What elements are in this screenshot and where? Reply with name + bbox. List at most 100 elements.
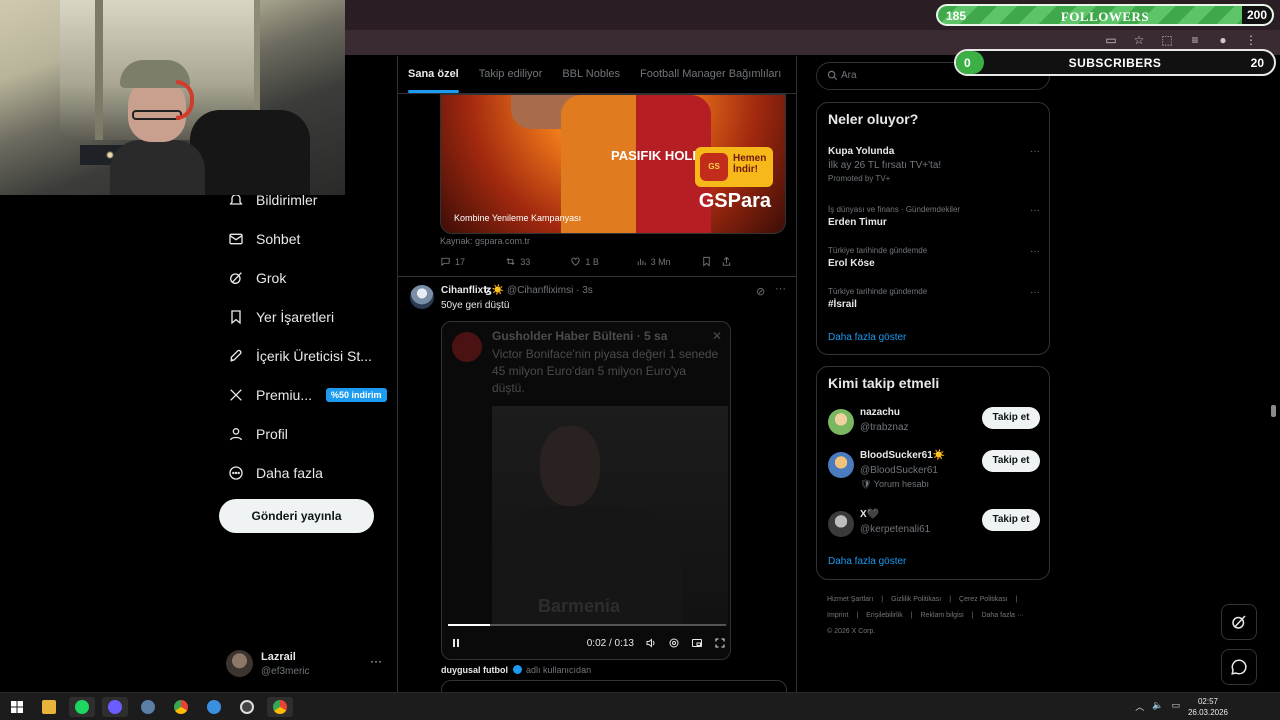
taskbar-explorer[interactable] <box>36 697 62 717</box>
next-tweet-author[interactable]: duygusal futbol <box>441 665 508 675</box>
network-icon[interactable]: ▭ <box>1171 700 1180 713</box>
timeline: Sana özel Takip ediliyor BBL Nobles Foot… <box>397 56 797 692</box>
trends-panel: Neler oluyor? Kupa Yolunda İlk ay 26 TL … <box>816 102 1050 355</box>
video-controls: 0:02 / 0:13 <box>450 634 726 652</box>
grok-fab[interactable] <box>1221 604 1257 640</box>
nav-chat[interactable]: Sohbet <box>218 219 393 258</box>
tab-for-you[interactable]: Sana özel <box>398 56 469 93</box>
taskbar-clock[interactable]: 02:57 26.03.2026 <box>1188 696 1228 718</box>
footer-link[interactable]: Gizlilik Politikası <box>891 596 941 603</box>
pause-icon[interactable] <box>450 637 462 649</box>
show-more-trends-link[interactable]: Daha fazla göster <box>828 332 906 343</box>
ad-image[interactable]: PASIFIK HOLDING Hemen İndir! GSPara Komb… <box>440 94 786 234</box>
tweet-header: Cihanflixꜩ☀️ @Cihanfliximsi · 3s <box>441 285 593 296</box>
messages-fab[interactable] <box>1221 649 1257 685</box>
views-button[interactable]: 3 Mn <box>636 256 701 267</box>
more-icon[interactable]: ··· <box>1030 146 1040 157</box>
bookmark-button[interactable] <box>701 256 721 267</box>
reply-button[interactable]: 17 <box>440 256 505 267</box>
avatar[interactable] <box>410 285 434 309</box>
trend-title: Kupa Yolunda <box>828 146 895 157</box>
bookmark-icon <box>703 256 710 267</box>
retweet-button[interactable]: 33 <box>505 256 570 267</box>
ad-caption: Kombine Yenileme Kampanyası <box>454 213 582 223</box>
footer-link[interactable]: Hizmet Şartları <box>827 596 873 603</box>
follow-button[interactable]: Takip et <box>982 450 1040 472</box>
nav-more[interactable]: Daha fazla <box>218 453 393 492</box>
taskbar-spotify[interactable] <box>69 697 95 717</box>
folder-icon <box>42 700 56 714</box>
tweet-author-name[interactable]: Cihanflixꜩ☀️ <box>441 285 504 296</box>
quoted-tweet-card[interactable] <box>441 680 787 692</box>
suggestion-handle: @kerpetenali61 <box>860 524 931 535</box>
follow-suggestion[interactable]: nazachu @trabznaz Takip et <box>828 407 1040 447</box>
share-button[interactable] <box>721 256 786 267</box>
footer-link[interactable]: Erişilebilirlik <box>866 612 903 619</box>
page-scrollbar[interactable] <box>1271 405 1276 417</box>
trend-item[interactable]: Kupa Yolunda İlk ay 26 TL fırsatı TV+'ta… <box>828 146 1040 183</box>
tweet-author-handle[interactable]: @Cihanfliximsi <box>507 285 573 296</box>
star-icon[interactable]: ☆ <box>1132 33 1146 47</box>
chevron-up-icon[interactable]: ︿ <box>1135 700 1144 713</box>
show-more-follow-link[interactable]: Daha fazla göster <box>828 556 906 567</box>
trend-item[interactable]: Türkiye tarihinde gündemde #İsrail ··· <box>828 287 1040 310</box>
nav-profile[interactable]: Profil <box>218 414 393 453</box>
more-icon[interactable]: ··· <box>1030 287 1040 298</box>
footer-link[interactable]: Daha fazla ··· <box>981 612 1023 619</box>
profile-icon[interactable]: ● <box>1216 33 1230 47</box>
more-icon[interactable]: ··· <box>1030 246 1040 257</box>
trend-item[interactable]: Türkiye tarihinde gündemde Erol Köse ··· <box>828 246 1040 269</box>
follow-button[interactable]: Takip et <box>982 407 1040 429</box>
menu-icon[interactable]: ⋮ <box>1244 33 1258 47</box>
extensions-icon[interactable]: ⬚ <box>1160 33 1174 47</box>
follow-button[interactable]: Takip et <box>982 509 1040 531</box>
ad-source[interactable]: Kaynak: gspara.com.tr <box>440 236 530 246</box>
fullscreen-icon[interactable] <box>714 637 726 649</box>
like-count: 1 B <box>585 256 599 267</box>
more-icon[interactable]: ··· <box>775 283 786 295</box>
tweet-actions: 17 33 1 B 3 Mn <box>440 256 786 267</box>
taskbar-chrome-active[interactable] <box>267 697 293 717</box>
nav-premium[interactable]: Premiu... %50 indirim <box>218 375 393 414</box>
taskbar-obs[interactable] <box>234 697 260 717</box>
account-switcher[interactable]: Lazrail @ef3meric ··· <box>226 648 386 680</box>
volume-icon[interactable] <box>645 637 657 649</box>
nav-bookmarks[interactable]: Yer İşaretleri <box>218 297 393 336</box>
follow-suggestion[interactable]: X🖤 @kerpetenali61 Takip et <box>828 509 1040 549</box>
like-button[interactable]: 1 B <box>570 256 635 267</box>
nav-label: Yer İşaretleri <box>256 308 335 325</box>
footer-link[interactable]: Reklam bilgisi <box>921 612 964 619</box>
taskbar-chrome[interactable] <box>168 697 194 717</box>
footer-link[interactable]: Çerez Politikası <box>959 596 1008 603</box>
tab-football-manager[interactable]: Football Manager Bağımlıları <box>630 56 791 93</box>
who-to-follow-title: Kimi takip etmeli <box>828 375 940 391</box>
steam-icon <box>141 700 155 714</box>
search-placeholder: Ara <box>841 70 857 81</box>
settings-icon[interactable] <box>668 637 680 649</box>
footer-link[interactable]: Imprint <box>827 612 848 619</box>
playlist-icon[interactable]: ≡ <box>1188 33 1202 47</box>
trends-title: Neler oluyor? <box>828 111 919 127</box>
more-icon[interactable]: ··· <box>370 654 382 668</box>
video-progress-bar[interactable] <box>448 624 726 626</box>
taskbar-app-2[interactable] <box>201 697 227 717</box>
tab-following[interactable]: Takip ediliyor <box>469 56 553 93</box>
tab-bbl-nobles[interactable]: BBL Nobles <box>552 56 630 93</box>
tweet-time[interactable]: 3s <box>582 285 593 296</box>
trend-item[interactable]: İş dünyası ve finans · Gündemdekiler Erd… <box>828 205 1040 228</box>
followers-label: FOLLOWERS <box>1060 9 1150 24</box>
grok-icon[interactable]: ⊘ <box>756 285 765 298</box>
nav-creator-studio[interactable]: İçerik Üreticisi St... <box>218 336 393 375</box>
taskbar-steam[interactable] <box>135 697 161 717</box>
more-icon[interactable]: ··· <box>1030 205 1040 216</box>
tab-more-lists[interactable]: E <box>791 56 796 93</box>
cast-icon[interactable]: ▭ <box>1104 33 1118 47</box>
taskbar-app[interactable] <box>102 697 128 717</box>
nav-grok[interactable]: Grok <box>218 258 393 297</box>
tweet-video[interactable]: Gusholder Haber Bülteni · 5 sa ✕ Victor … <box>441 321 731 660</box>
volume-icon[interactable]: 🔈 <box>1152 700 1163 713</box>
post-button[interactable]: Gönderi yayınla <box>219 499 374 533</box>
pip-icon[interactable] <box>691 637 703 649</box>
start-button[interactable] <box>4 697 30 717</box>
follow-suggestion[interactable]: BloodSucker61☀️ @BloodSucker61 🛡 Yorum h… <box>828 450 1040 494</box>
